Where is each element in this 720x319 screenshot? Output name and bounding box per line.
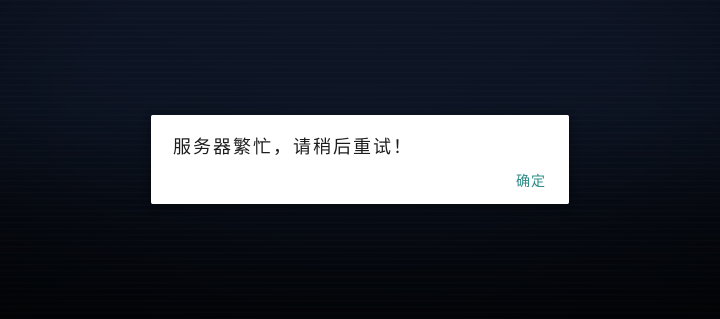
dialog-message: 服务器繁忙，请稍后重试！	[173, 137, 413, 158]
error-dialog: 服务器繁忙，请稍后重试！ 确定	[151, 115, 569, 204]
confirm-button[interactable]: 确定	[516, 171, 546, 191]
